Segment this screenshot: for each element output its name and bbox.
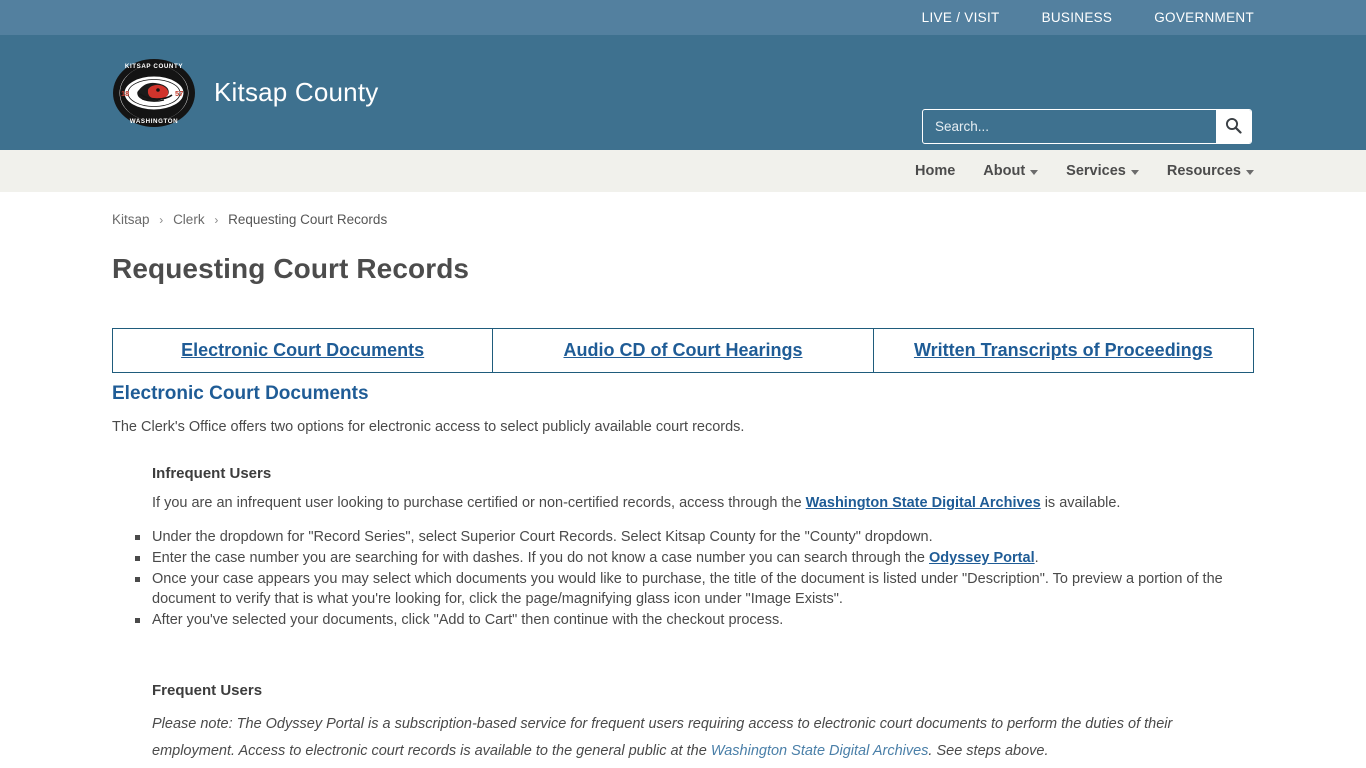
- search-icon: [1225, 117, 1242, 137]
- step-text: Under the dropdown for "Record Series", …: [152, 529, 933, 546]
- link-odyssey-portal[interactable]: Odyssey Portal: [929, 550, 1035, 566]
- record-type-tab-table: Electronic Court Documents Audio CD of C…: [111, 328, 1255, 373]
- tab-cell-electronic-court-documents[interactable]: Electronic Court Documents: [111, 328, 494, 373]
- infrequent-users-block: Infrequent Users If you are an infrequen…: [152, 465, 1254, 514]
- search-box[interactable]: [922, 109, 1252, 144]
- svg-text:KITSAP COUNTY: KITSAP COUNTY: [125, 63, 183, 70]
- nav-item-about[interactable]: About: [983, 163, 1039, 179]
- chevron-down-icon: [1246, 169, 1254, 175]
- svg-text:WASHINGTON: WASHINGTON: [130, 118, 179, 125]
- link-washington-state-digital-archives[interactable]: Washington State Digital Archives: [806, 495, 1041, 511]
- nav-item-services[interactable]: Services: [1066, 163, 1139, 179]
- search-input[interactable]: [923, 110, 1216, 143]
- breadcrumb-item-current: Requesting Court Records: [228, 212, 388, 227]
- topbar-link-government[interactable]: GOVERNMENT: [1154, 10, 1254, 25]
- nav-item-resources[interactable]: Resources: [1167, 163, 1254, 179]
- tab-link-electronic-court-documents[interactable]: Electronic Court Documents: [181, 340, 424, 360]
- list-item: After you've selected your documents, cl…: [135, 610, 1254, 630]
- step-text-before: Enter the case number you are searching …: [152, 550, 930, 567]
- page-content: Kitsap › Clerk › Requesting Court Record…: [0, 192, 1366, 765]
- list-item: Under the dropdown for "Record Series", …: [135, 527, 1254, 547]
- topbar-link-business[interactable]: BUSINESS: [1042, 10, 1113, 25]
- tab-link-audio-cd-of-court-hearings[interactable]: Audio CD of Court Hearings: [563, 340, 802, 360]
- site-title: Kitsap County: [214, 77, 379, 107]
- table-row: Electronic Court Documents Audio CD of C…: [111, 328, 1255, 373]
- nav-item-home[interactable]: Home: [915, 163, 955, 179]
- kitsap-county-seal-icon: KITSAP COUNTY WASHINGTON 18 57: [112, 58, 196, 128]
- breadcrumb: Kitsap › Clerk › Requesting Court Record…: [112, 192, 1254, 227]
- chevron-down-icon: [1030, 169, 1039, 175]
- main-navigation: Home About Services Resources: [0, 150, 1366, 192]
- infrequent-users-lead: If you are an infrequent user looking to…: [152, 493, 1254, 514]
- page-title: Requesting Court Records: [112, 253, 470, 284]
- lead-text-before: If you are an infrequent user looking to…: [152, 495, 806, 512]
- tab-cell-audio-cd-of-court-hearings[interactable]: Audio CD of Court Hearings: [492, 328, 874, 373]
- tab-cell-written-transcripts-of-proceedings[interactable]: Written Transcripts of Proceedings: [872, 328, 1255, 373]
- tab-link-written-transcripts-of-proceedings[interactable]: Written Transcripts of Proceedings: [914, 340, 1213, 360]
- step-text: Once your case appears you may select wh…: [152, 571, 1223, 608]
- link-washington-state-digital-archives-note[interactable]: Washington State Digital Archives: [711, 743, 929, 759]
- svg-text:57: 57: [175, 89, 183, 98]
- breadcrumb-separator: ›: [214, 213, 219, 227]
- lead-text-after: is available.: [1040, 495, 1121, 512]
- nav-item-label: Services: [1066, 163, 1126, 179]
- nav-item-label: Home: [915, 163, 956, 179]
- note-text-after: . See steps above.: [928, 742, 1049, 759]
- svg-text:18: 18: [121, 89, 129, 98]
- breadcrumb-item-clerk[interactable]: Clerk: [173, 212, 205, 227]
- search-submit-button[interactable]: [1216, 110, 1251, 143]
- site-header: KITSAP COUNTY WASHINGTON 18 57 Kitsap Co…: [0, 35, 1366, 150]
- breadcrumb-separator: ›: [159, 213, 164, 227]
- list-item: Once your case appears you may select wh…: [135, 569, 1254, 609]
- chevron-down-icon: [1130, 169, 1139, 175]
- nav-item-label: About: [983, 163, 1026, 179]
- top-utility-bar: LIVE / VISIT BUSINESS GOVERNMENT: [0, 0, 1366, 35]
- section-title: Electronic Court Documents: [112, 383, 369, 404]
- frequent-users-note: Please note: The Odyssey Portal is a sub…: [152, 711, 1254, 765]
- frequent-users-block: Frequent Users Please note: The Odyssey …: [152, 682, 1254, 765]
- frequent-users-heading: Frequent Users: [152, 682, 263, 700]
- step-text-after: .: [1034, 550, 1039, 567]
- list-item: Enter the case number you are searching …: [135, 548, 1254, 568]
- breadcrumb-item-kitsap[interactable]: Kitsap: [112, 212, 150, 227]
- infrequent-users-heading: Infrequent Users: [152, 465, 272, 483]
- section-intro-text: The Clerk's Office offers two options fo…: [112, 419, 745, 435]
- step-text: After you've selected your documents, cl…: [152, 612, 784, 629]
- topbar-link-live-visit[interactable]: LIVE / VISIT: [922, 10, 1000, 25]
- nav-item-label: Resources: [1166, 163, 1241, 179]
- site-logo-link[interactable]: KITSAP COUNTY WASHINGTON 18 57 Kitsap Co…: [112, 35, 378, 150]
- infrequent-users-steps: Under the dropdown for "Record Series", …: [112, 527, 1254, 630]
